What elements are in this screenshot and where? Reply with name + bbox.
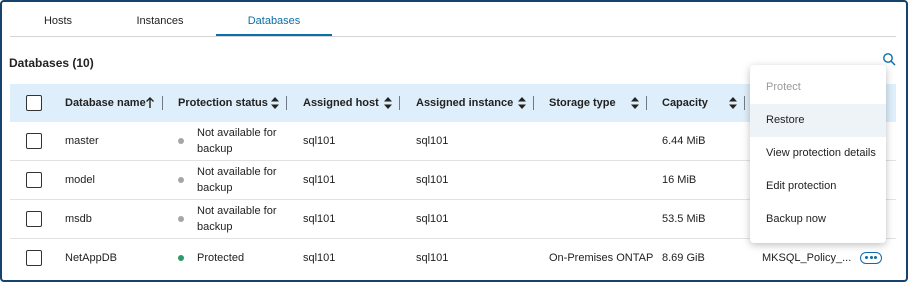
column-divider xyxy=(744,96,745,110)
arrow-up-icon[interactable] xyxy=(145,96,155,110)
search-icon[interactable] xyxy=(882,52,896,66)
row-checkbox[interactable] xyxy=(26,172,42,188)
capacity: 53.5 MiB xyxy=(662,213,706,225)
table-row[interactable]: NetAppDB Protected sql101 sql101 On-Prem… xyxy=(10,239,896,278)
column-header-protection-status[interactable]: Protection status xyxy=(178,84,268,122)
database-name[interactable]: master xyxy=(65,135,99,147)
column-divider xyxy=(646,96,647,110)
row-actions-menu: Protect Restore View protection details … xyxy=(750,65,886,243)
assigned-host: sql101 xyxy=(303,174,336,186)
storage-type: On-Premises ONTAP xyxy=(549,252,654,264)
tab-divider xyxy=(10,36,896,37)
column-divider xyxy=(162,96,163,110)
sort-icon[interactable] xyxy=(630,96,640,110)
protection-status: Not available for backup xyxy=(197,205,277,233)
app-frame: Hosts Instances Databases Databases (10)… xyxy=(0,0,908,282)
database-name[interactable]: model xyxy=(65,174,95,186)
menu-item-view-protection-details[interactable]: View protection details xyxy=(750,137,886,170)
column-header-assigned-host[interactable]: Assigned host xyxy=(303,84,379,122)
assigned-instance: sql101 xyxy=(416,174,449,186)
database-name[interactable]: msdb xyxy=(65,213,92,225)
column-divider xyxy=(533,96,534,110)
assigned-host: sql101 xyxy=(303,252,336,264)
policy-name: MKSQL_Policy_... xyxy=(762,252,852,264)
column-divider xyxy=(286,96,287,110)
assigned-host: sql101 xyxy=(303,135,336,147)
status-dot-icon xyxy=(178,255,184,261)
assigned-instance: sql101 xyxy=(416,252,449,264)
sort-icon[interactable] xyxy=(728,96,738,110)
column-header-storage-type[interactable]: Storage type xyxy=(549,84,616,122)
menu-item-backup-now[interactable]: Backup now xyxy=(750,203,886,236)
sort-icon[interactable] xyxy=(383,96,393,110)
protection-status: Not available for backup xyxy=(197,127,277,155)
assigned-instance: sql101 xyxy=(416,213,449,225)
capacity: 8.69 GiB xyxy=(662,252,705,264)
database-name[interactable]: NetAppDB xyxy=(65,252,117,264)
row-checkbox[interactable] xyxy=(26,211,42,227)
menu-item-edit-protection[interactable]: Edit protection xyxy=(750,170,886,203)
sort-icon[interactable] xyxy=(517,96,527,110)
status-dot-icon xyxy=(178,177,184,183)
sort-icon[interactable] xyxy=(270,96,280,110)
tab-bar: Hosts Instances Databases xyxy=(2,2,906,38)
column-header-capacity[interactable]: Capacity xyxy=(662,84,708,122)
capacity: 16 MiB xyxy=(662,174,697,186)
assigned-instance: sql101 xyxy=(416,135,449,147)
menu-item-protect[interactable]: Protect xyxy=(750,71,886,104)
column-header-database-name[interactable]: Database name xyxy=(65,84,146,122)
capacity: 6.44 MiB xyxy=(662,135,706,147)
more-icon[interactable] xyxy=(860,252,882,264)
column-header-assigned-instance[interactable]: Assigned instance xyxy=(416,84,513,122)
select-all-checkbox[interactable] xyxy=(26,95,42,111)
column-divider xyxy=(399,96,400,110)
section-title: Databases (10) xyxy=(9,56,94,70)
row-checkbox[interactable] xyxy=(26,133,42,149)
status-dot-icon xyxy=(178,138,184,144)
protection-status: Not available for backup xyxy=(197,166,277,194)
tab-databases[interactable]: Databases xyxy=(216,2,332,36)
menu-item-restore[interactable]: Restore xyxy=(750,104,886,137)
protection-status: Protected xyxy=(197,252,245,264)
tab-instances[interactable]: Instances xyxy=(112,2,208,36)
status-dot-icon xyxy=(178,216,184,222)
tab-hosts[interactable]: Hosts xyxy=(10,2,106,36)
row-checkbox[interactable] xyxy=(26,250,42,266)
assigned-host: sql101 xyxy=(303,213,336,225)
